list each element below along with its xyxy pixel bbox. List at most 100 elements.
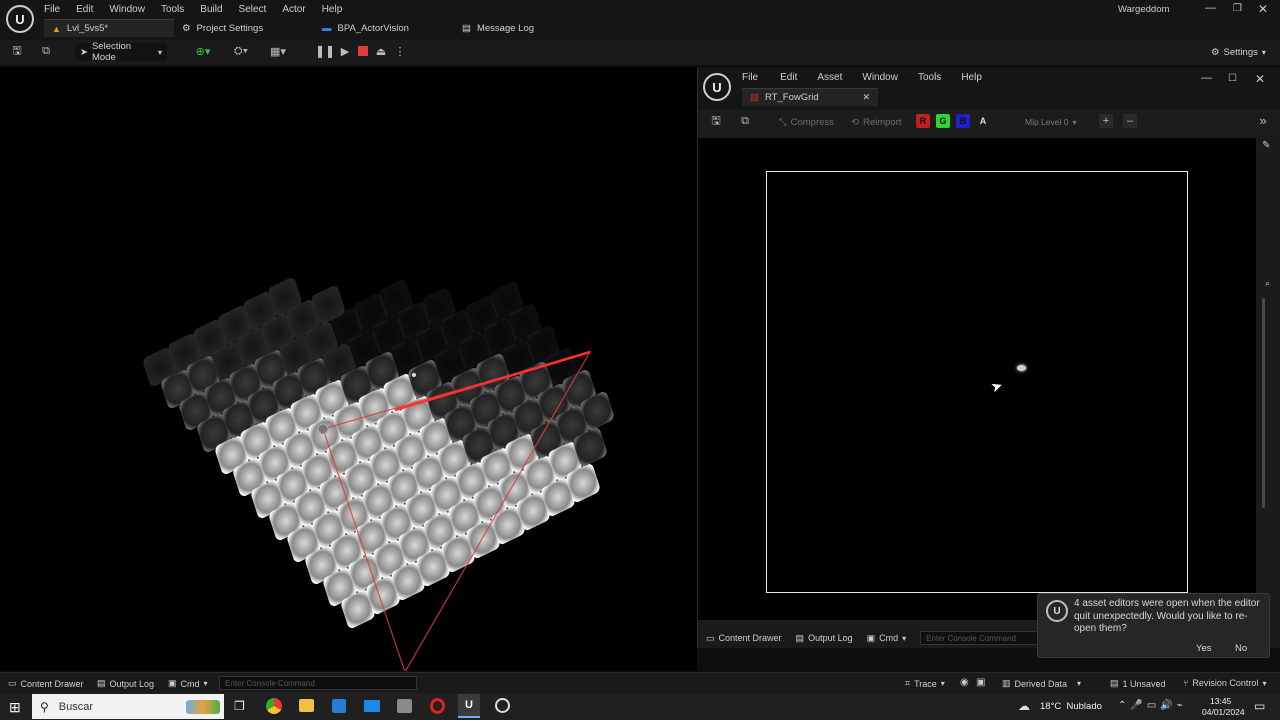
close-icon[interactable]: ✕ [1258,2,1268,16]
add-actor-icon[interactable]: ⊕▾ [192,44,214,58]
windows-start-icon[interactable]: ⊞ [9,699,21,716]
ae-console-input[interactable]: Enter Console Command [920,631,1041,645]
pause-icon[interactable]: ❚❚ [315,44,335,58]
ae-menu-help[interactable]: Help [961,72,982,83]
selection-mode-button[interactable]: ➤ Selection Mode ▾ [75,41,167,63]
maximize-icon[interactable]: ❐ [1233,3,1242,14]
trace-dropdown[interactable]: ⌗ Trace ▾ [905,678,945,689]
channel-toggles: R G B A [916,114,990,128]
ae-output-log-button[interactable]: ▤ Output Log [796,633,853,644]
tab-level[interactable]: ▲ Lvl_5vs5* [44,19,174,37]
compress-button[interactable]: ⤡ Compress [774,113,839,131]
mip-level-label: Mip Level 0 [1025,117,1069,127]
tab-message-log[interactable]: ▤ Message Log [454,19,574,37]
expand-toolbar-icon[interactable]: » [1256,113,1270,128]
revision-control-dropdown[interactable]: ⑂ Revision Control ▾ [1183,678,1266,688]
menu-select[interactable]: Select [239,4,267,15]
task-view-icon[interactable]: ❐ [234,699,245,713]
cmd-dropdown[interactable]: ▣ Cmd ▾ [168,678,208,689]
menu-file[interactable]: File [44,4,60,15]
file-explorer-icon[interactable] [299,699,314,712]
output-log-button[interactable]: ▤ Output Log [97,678,154,689]
mail-icon[interactable] [364,700,380,712]
app-icon[interactable] [397,699,412,713]
toast-no-button[interactable]: No [1235,643,1247,654]
menu-build[interactable]: Build [200,4,222,15]
tab-bpa-actorvision[interactable]: ▬ BPA_ActorVision [314,19,454,37]
ae-menu-asset[interactable]: Asset [817,72,842,83]
step-icon[interactable]: ▶ [338,44,352,58]
clock-time[interactable]: 13:45 [1210,696,1231,706]
ae-minimize-icon[interactable]: — [1201,72,1212,84]
ae-menu-edit[interactable]: Edit [780,72,797,83]
mip-decrease-icon[interactable]: – [1123,114,1137,128]
channel-blue-toggle[interactable]: B [956,114,970,128]
reimport-icon: ⟲ [851,116,859,128]
tab-rt-fowgrid[interactable]: ▧ RT_FowGrid ✕ [742,88,878,106]
record-icon[interactable]: ◉ [960,677,969,688]
browse-icon[interactable]: ⧉ [738,115,752,127]
level-viewport[interactable] [0,67,697,671]
taskbar-search-placeholder: Buscar [58,700,94,713]
drawer-icon: ▭ [8,678,17,688]
console-input[interactable]: Enter Console Command [219,676,417,690]
texture-preview-canvas[interactable]: ➤ [698,138,1256,620]
ae-menu-tools[interactable]: Tools [918,72,941,83]
channel-green-toggle[interactable]: G [936,114,950,128]
channel-alpha-toggle[interactable]: A [976,114,990,128]
tab-message-log-label: Message Log [476,22,535,34]
ae-maximize-icon[interactable]: ☐ [1228,73,1237,84]
minimize-icon[interactable]: — [1205,2,1216,14]
system-tray-icons[interactable]: ⌃🎤▭🔊⌁ [1118,700,1187,711]
pencil-icon[interactable]: ✎ [1262,140,1270,151]
tab-project-settings[interactable]: ⚙ Project Settings [174,19,314,37]
weather-label[interactable]: 18°C Nublado [1040,701,1102,712]
taskbar-search-box[interactable]: ⚲ Buscar [32,694,224,719]
eject-icon[interactable]: ⏏ [374,44,388,58]
derived-data-dropdown[interactable]: ▥ Derived Data ▾ [1002,678,1081,689]
ae-close-icon[interactable]: ✕ [1255,72,1265,86]
ae-content-drawer-button[interactable]: ▭ Content Drawer [706,633,782,644]
menu-help[interactable]: Help [322,4,343,15]
menu-edit[interactable]: Edit [76,4,93,15]
branch-icon: ⑂ [1183,678,1189,688]
camera-icon[interactable]: ▣ [976,677,985,688]
notifications-icon[interactable]: ▭ [1254,699,1265,713]
cinematics-icon[interactable]: ▦▾ [266,44,290,58]
menu-tools[interactable]: Tools [161,4,184,15]
menu-actor[interactable]: Actor [282,4,305,15]
more-options-icon[interactable]: ⋮ [395,44,406,58]
details-collapse-icon[interactable]: ⌕ [1265,278,1270,289]
recorder-icon[interactable] [495,698,510,713]
mip-increase-icon[interactable]: + [1099,114,1113,128]
save-icon[interactable]: 🖫 [10,44,24,58]
unreal-engine-taskbar-icon[interactable]: U [458,694,480,718]
ae-menu-file[interactable]: File [742,72,758,83]
unsaved-button[interactable]: ▤ 1 Unsaved [1110,678,1166,689]
unreal-logo-icon[interactable]: U [6,5,34,33]
console-placeholder: Enter Console Command [225,678,315,688]
blueprint-menu-icon[interactable]: ⛭▾ [230,44,252,58]
reimport-button[interactable]: ⟲ Reimport [846,113,907,131]
texture-preview-frame: ➤ [766,171,1188,593]
store-icon[interactable] [332,699,346,713]
content-drawer-button[interactable]: ▭ Content Drawer [8,678,84,689]
browse-icon[interactable]: ⧉ [38,44,54,58]
close-tab-icon[interactable]: ✕ [862,92,870,103]
ae-cmd-dropdown[interactable]: ▣ Cmd ▾ [867,633,907,644]
settings-button[interactable]: ⚙ Settings ▾ [1206,43,1271,61]
opera-icon[interactable] [430,698,445,714]
stop-icon[interactable] [358,46,368,56]
chrome-icon[interactable] [266,698,282,714]
mip-level-dropdown[interactable]: Mip Level 0 ▾ [1020,113,1081,131]
menu-window[interactable]: Window [109,4,145,15]
channel-red-toggle[interactable]: R [916,114,930,128]
details-scrollbar[interactable] [1262,298,1265,508]
toast-yes-button[interactable]: Yes [1196,643,1212,654]
ae-menu-window[interactable]: Window [862,72,898,83]
chevron-down-icon: ▾ [1072,117,1077,127]
tab-bpa-actorvision-label: BPA_ActorVision [337,22,409,34]
save-icon[interactable]: 🖫 [710,115,722,127]
clock-date[interactable]: 04/01/2024 [1202,707,1245,717]
chevron-down-icon: ▾ [1261,47,1266,57]
